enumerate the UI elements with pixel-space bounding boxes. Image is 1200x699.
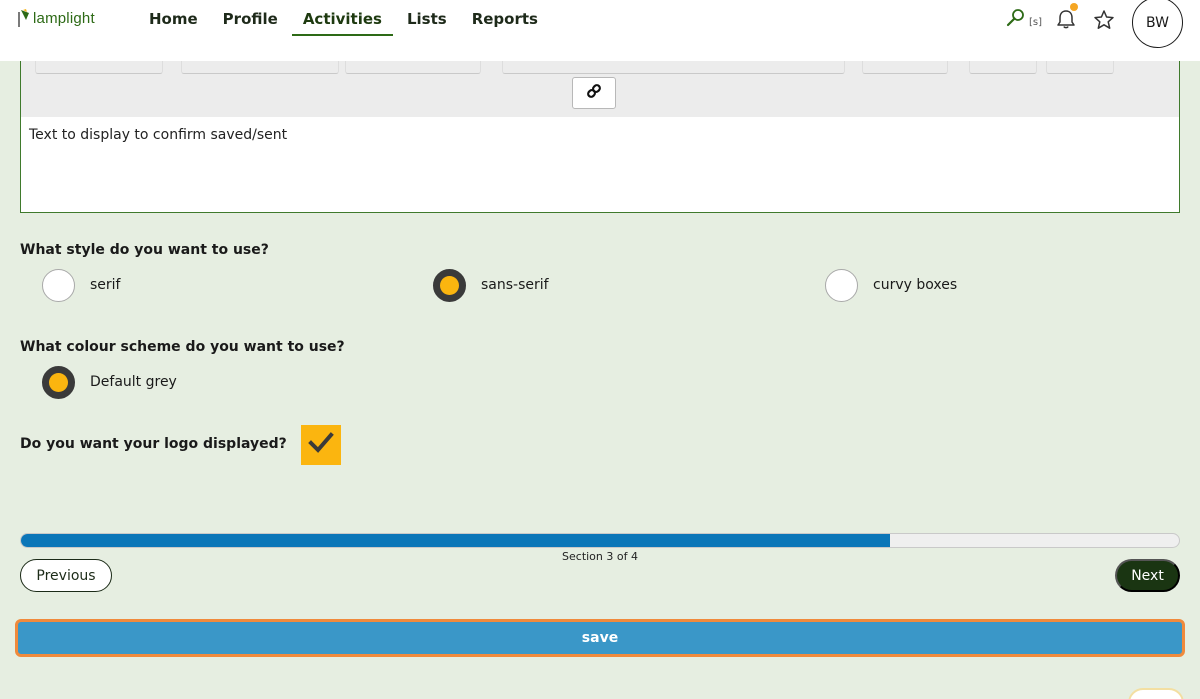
nav-profile[interactable]: Profile: [212, 0, 289, 36]
toolbar-control[interactable]: [1046, 61, 1114, 74]
style-option-curvy-boxes[interactable]: curvy boxes: [825, 269, 957, 302]
radio-button[interactable]: [42, 366, 75, 399]
radio-button[interactable]: [433, 269, 466, 302]
radio-button[interactable]: [42, 269, 75, 302]
user-avatar[interactable]: BW: [1132, 0, 1183, 48]
toolbar-control[interactable]: [969, 61, 1037, 74]
search-shortcut-hint: [s]: [1029, 17, 1043, 28]
lamp-icon: [17, 8, 31, 28]
style-option-serif[interactable]: serif: [42, 269, 120, 302]
notifications-button[interactable]: [1055, 3, 1078, 30]
toolbar-control[interactable]: [502, 61, 845, 74]
top-header: lamplight Home Profile Activities Lists …: [0, 0, 1200, 61]
previous-button[interactable]: Previous: [20, 559, 112, 592]
favourites-button[interactable]: [1093, 9, 1115, 31]
radio-label: Default grey: [90, 373, 177, 390]
toolbar-control[interactable]: [35, 61, 163, 74]
checkmark-icon: [308, 432, 334, 458]
search-button[interactable]: [s]: [1006, 8, 1042, 32]
section-progress-bar: [20, 533, 1180, 548]
radio-label: curvy boxes: [873, 276, 958, 293]
style-option-sans-serif[interactable]: sans-serif: [433, 269, 549, 302]
toolbar-control[interactable]: [862, 61, 948, 74]
nav-lists[interactable]: Lists: [396, 0, 458, 36]
main-nav: Home Profile Activities Lists Reports: [138, 0, 552, 40]
logo-display-checkbox[interactable]: [301, 425, 341, 465]
radio-label: sans-serif: [481, 276, 549, 293]
confirmation-text-editor: Text to display to confirm saved/sent: [20, 61, 1180, 213]
toolbar-control[interactable]: [345, 61, 481, 74]
star-icon: [1093, 10, 1115, 35]
progress-fill: [21, 534, 890, 547]
style-question-label: What style do you want to use?: [20, 242, 269, 258]
logo-text: lamplight: [33, 9, 95, 27]
progress-label: Section 3 of 4: [562, 550, 638, 563]
toolbar-control[interactable]: [181, 61, 339, 74]
help-widget[interactable]: [1128, 688, 1184, 699]
link-icon: [586, 83, 602, 103]
editor-content[interactable]: Text to display to confirm saved/sent: [29, 127, 287, 143]
colour-option-default-grey[interactable]: Default grey: [42, 366, 177, 399]
insert-link-button[interactable]: [572, 77, 616, 109]
bell-icon: [1055, 10, 1077, 34]
nav-activities[interactable]: Activities: [291, 0, 393, 36]
radio-label: serif: [90, 276, 121, 293]
logo-question-label: Do you want your logo displayed?: [20, 436, 287, 452]
colour-question-label: What colour scheme do you want to use?: [20, 339, 345, 355]
nav-reports[interactable]: Reports: [461, 0, 549, 36]
nav-home[interactable]: Home: [138, 0, 209, 36]
search-icon: [1006, 8, 1026, 32]
editor-toolbar: [21, 61, 1179, 117]
save-button[interactable]: save: [15, 619, 1185, 657]
lamplight-logo[interactable]: lamplight: [17, 6, 95, 30]
radio-button[interactable]: [825, 269, 858, 302]
next-button[interactable]: Next: [1115, 559, 1180, 592]
notification-dot: [1070, 3, 1078, 11]
